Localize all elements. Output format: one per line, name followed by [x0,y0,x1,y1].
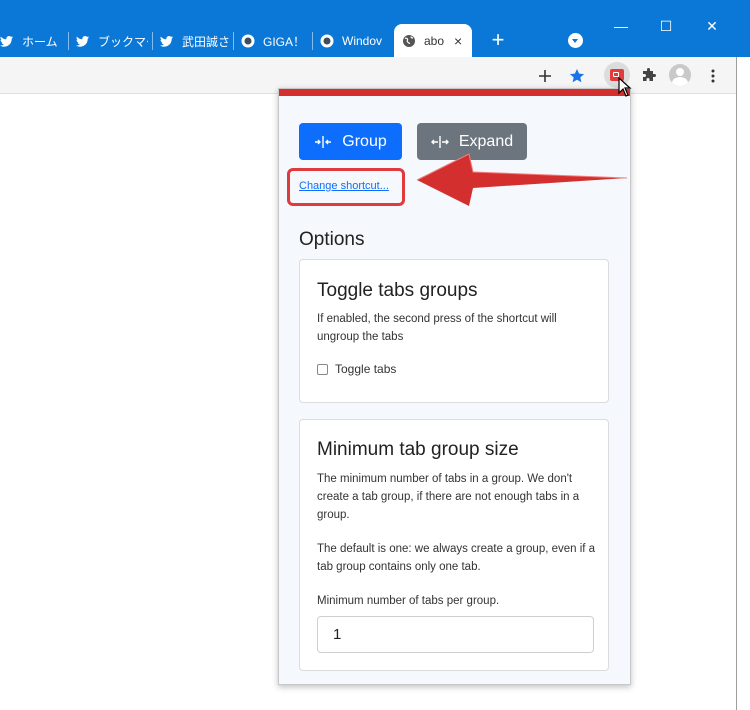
tab-windows[interactable]: Windov [320,28,388,54]
tab-label: ブックマー [98,34,148,49]
min-group-size-card: Minimum tab group size The minimum numbe… [299,419,609,671]
star-icon[interactable] [567,66,587,86]
close-window-button[interactable]: ✕ [702,16,722,36]
toggle-card-description: If enabled, the second press of the shor… [317,313,557,343]
tab-label: ホーム / T [22,34,60,49]
maximize-button[interactable]: ☐ [656,16,676,36]
popup-accent-bar [279,89,630,96]
puzzle-icon[interactable] [639,66,659,86]
twitter-icon [76,34,90,48]
site-icon [241,34,255,48]
twitter-icon [0,34,14,48]
min-tabs-input[interactable]: 1 [317,616,594,653]
new-tab-button[interactable]: + [488,29,508,51]
tab-separator [152,32,153,50]
window-border [736,57,750,710]
toggle-tabs-label[interactable]: Toggle tabs [335,362,396,376]
min-input-label: Minimum number of tabs per group. [317,595,500,607]
options-heading: Options [299,229,365,250]
toggle-tabs-checkbox[interactable] [317,364,328,375]
tab-separator [68,32,69,50]
tab-separator [312,32,313,50]
min-card-description-2: The default is one: we always create a g… [317,543,596,573]
collapse-icon [315,135,332,148]
minimize-button[interactable]: — [611,16,631,36]
close-tab-icon[interactable]: × [454,33,462,49]
tab-giga[interactable]: GIGA！ [241,28,307,54]
expand-icon [430,135,449,148]
min-card-description-1: The minimum number of tabs in a group. W… [317,473,580,521]
site-icon [320,34,334,48]
tab-twitter-bookmarks[interactable]: ブックマー [76,28,148,54]
tab-label: GIGA！ [263,34,306,49]
tab-label: 武田誠さ [182,34,230,49]
tab-label: abo [424,33,445,48]
annotation-arrow [416,153,628,206]
tab-search-button[interactable] [568,33,583,48]
tab-separator [233,32,234,50]
min-card-title: Minimum tab group size [317,439,519,460]
profile-avatar[interactable] [669,64,691,86]
change-shortcut-link[interactable]: Change shortcut... [299,180,389,192]
group-button[interactable]: Group [299,123,402,160]
mouse-cursor [618,77,632,97]
tab-twitter-home[interactable]: ホーム / T [0,28,60,54]
group-button-label: Group [342,132,387,150]
tab-label: Windov [342,34,383,48]
expand-button-label: Expand [458,132,514,150]
add-icon[interactable] [535,66,555,86]
globe-icon [402,34,416,48]
toggle-card-title: Toggle tabs groups [317,280,478,301]
tab-active-about[interactable]: abo × [394,24,472,57]
twitter-icon [160,34,174,48]
browser-tab-strip: ホーム / T ブックマー 武田誠さ GIGA！ Windov abo × + … [0,0,750,57]
tab-twitter-user[interactable]: 武田誠さ [160,28,230,54]
menu-dots-icon[interactable] [703,66,723,86]
toggle-groups-card: Toggle tabs groups If enabled, the secon… [299,259,609,403]
